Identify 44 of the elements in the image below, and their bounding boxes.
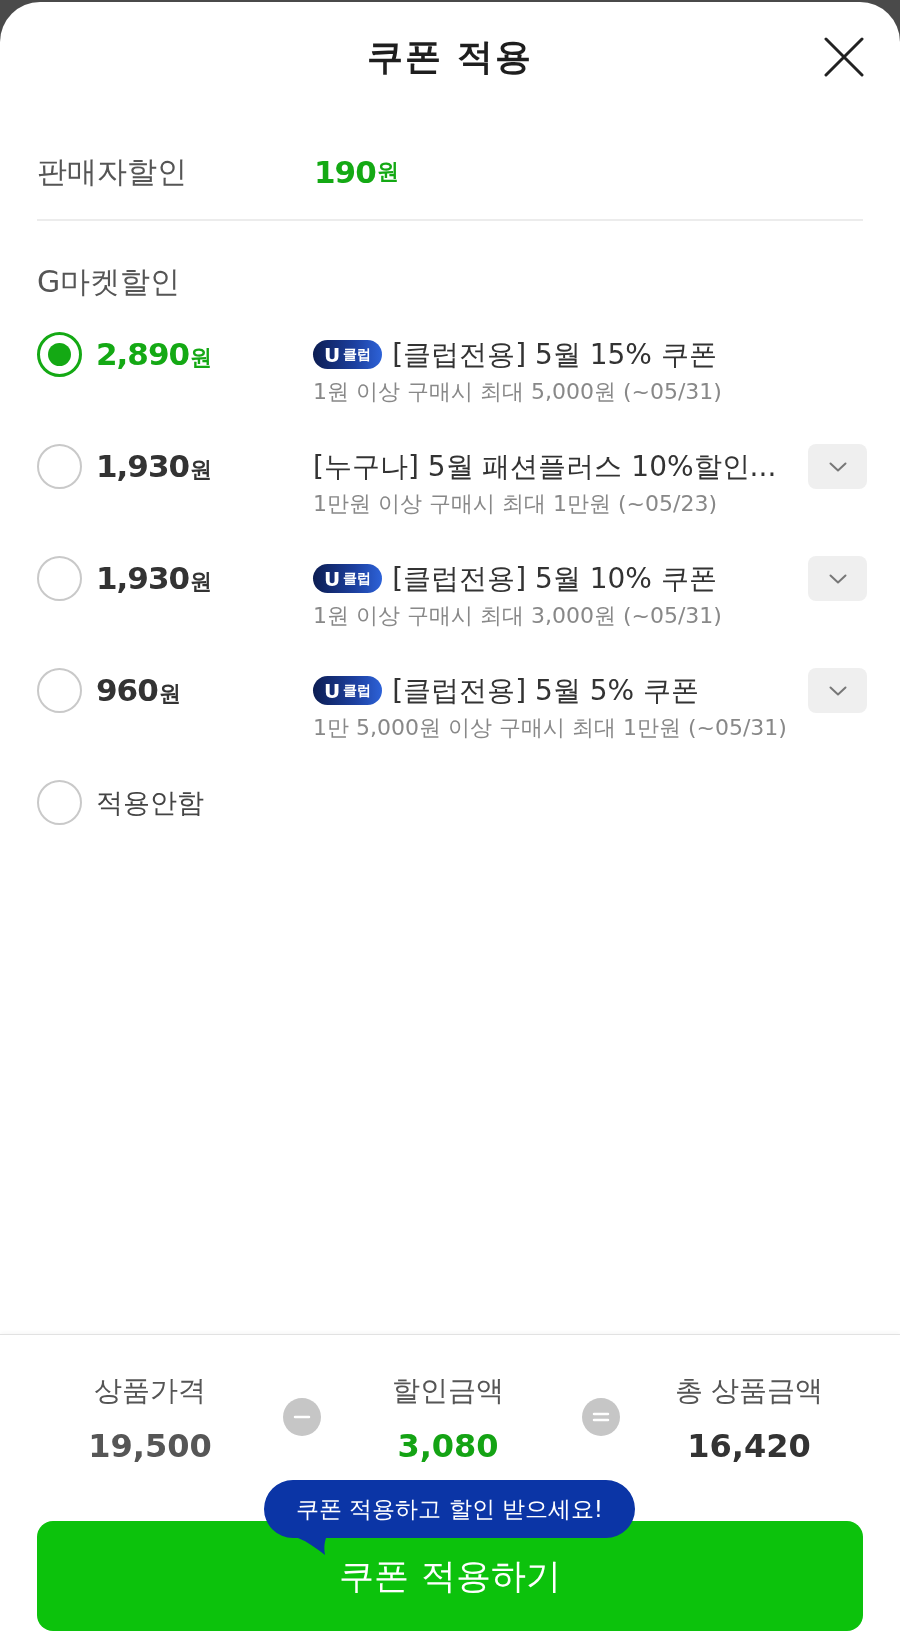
radio-button[interactable] bbox=[37, 556, 82, 601]
close-icon bbox=[824, 37, 864, 77]
discount-amount: 1,930 bbox=[96, 448, 190, 484]
discount-amount: 2,890 bbox=[96, 336, 190, 372]
option-label: 적용안함 bbox=[96, 785, 204, 820]
currency-unit: 원 bbox=[190, 344, 213, 372]
coupon-title: [클럽전용] 5월 10% 쿠폰 bbox=[392, 560, 717, 597]
minus-icon bbox=[283, 1397, 321, 1436]
expand-button[interactable] bbox=[808, 556, 867, 601]
coupon-condition: 1만 5,000원 이상 구매시 최대 1만원 (~05/31) bbox=[313, 714, 787, 742]
radio-button[interactable] bbox=[37, 444, 82, 489]
currency-unit: 원 bbox=[190, 568, 213, 596]
summary-value: 19,500 bbox=[88, 1426, 212, 1466]
coupon-condition: 1원 이상 구매시 최대 5,000원 (~05/31) bbox=[313, 378, 722, 406]
summary-value: 16,420 bbox=[687, 1426, 811, 1466]
currency-unit: 원 bbox=[376, 158, 399, 186]
summary-label: 할인금액 bbox=[392, 1373, 504, 1409]
close-button[interactable] bbox=[824, 37, 864, 77]
expand-button[interactable] bbox=[808, 444, 867, 489]
chevron-down-icon bbox=[828, 685, 847, 696]
radio-button[interactable] bbox=[37, 332, 82, 377]
expand-button[interactable] bbox=[808, 668, 867, 713]
radio-button[interactable] bbox=[37, 780, 82, 825]
chevron-down-icon bbox=[828, 461, 847, 472]
coupon-condition: 1만원 이상 구매시 최대 1만원 (~05/23) bbox=[313, 490, 717, 518]
radio-button[interactable] bbox=[37, 668, 82, 713]
sheet-title: 쿠폰 적용 bbox=[366, 34, 534, 79]
coupon-title: [클럽전용] 5월 15% 쿠폰 bbox=[392, 336, 717, 373]
discount-amount: 960 bbox=[96, 672, 158, 708]
apply-coupon-button[interactable]: 쿠폰 적용하기 bbox=[37, 1521, 863, 1631]
coupon-title: [누구나] 5월 패션플러스 10%할인... bbox=[313, 448, 777, 485]
coupon-condition: 1원 이상 구매시 최대 3,000원 (~05/31) bbox=[313, 602, 722, 630]
section-label: G마켓할인 bbox=[37, 263, 181, 301]
coupon-title: [클럽전용] 5월 5% 쿠폰 bbox=[392, 672, 700, 709]
summary-label: 상품가격 bbox=[94, 1373, 206, 1409]
summary-label: 총 상품금액 bbox=[674, 1373, 824, 1409]
equals-icon bbox=[582, 1397, 620, 1436]
currency-unit: 원 bbox=[158, 680, 181, 708]
summary-value: 3,080 bbox=[397, 1426, 499, 1466]
discount-amount: 1,930 bbox=[96, 560, 190, 596]
currency-unit: 원 bbox=[190, 456, 213, 484]
section-label: 판매자할인 bbox=[37, 153, 188, 191]
discount-amount: 190 bbox=[314, 154, 376, 190]
chevron-down-icon bbox=[828, 573, 847, 584]
